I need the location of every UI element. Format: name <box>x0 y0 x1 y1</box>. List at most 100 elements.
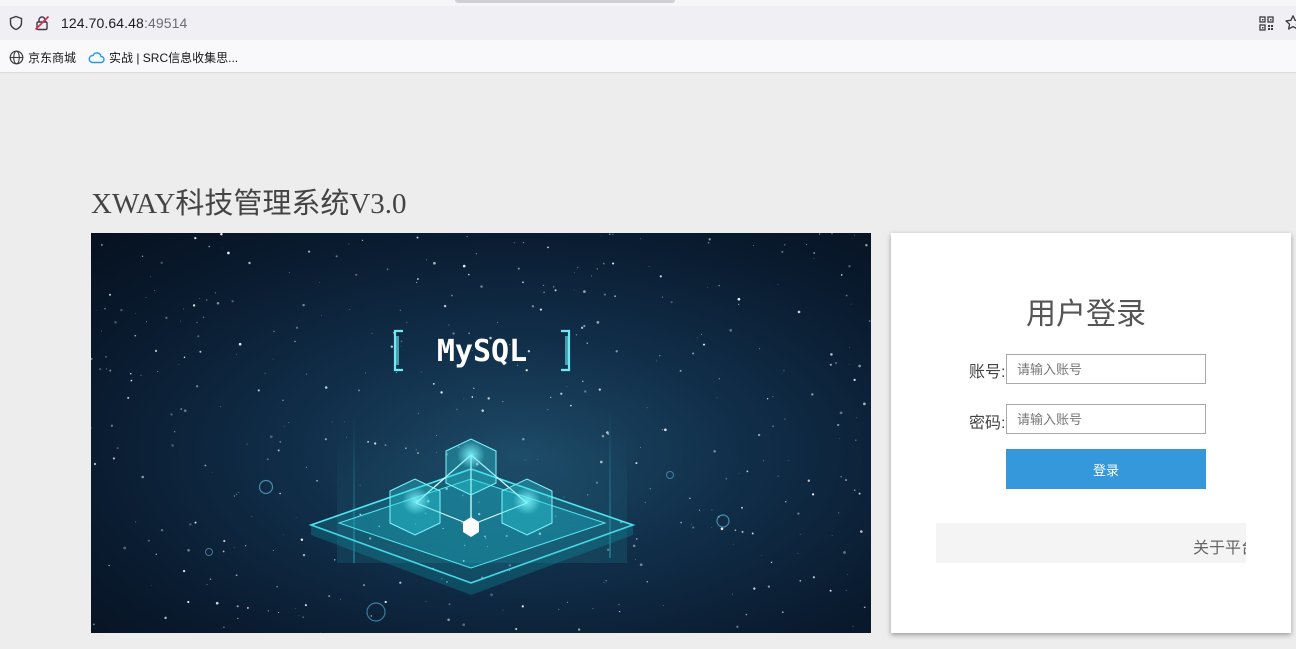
star-dot <box>273 330 275 333</box>
star-dot <box>558 608 560 610</box>
star-dot <box>348 243 350 245</box>
url-field[interactable]: 124.70.64.48:49514 <box>61 15 187 31</box>
bookmark-star-icon[interactable] <box>1284 14 1296 32</box>
star-dot <box>154 290 156 291</box>
star-dot <box>813 252 816 254</box>
star-dot <box>475 253 477 255</box>
star-dot <box>187 549 190 552</box>
mysql-banner-graphic: MySQL <box>91 233 871 633</box>
star-dot <box>603 582 605 584</box>
star-dot <box>596 268 599 270</box>
star-dot <box>863 606 866 609</box>
star-dot <box>644 502 646 503</box>
insecure-lock-icon[interactable] <box>34 15 50 31</box>
star-dot <box>333 558 336 561</box>
login-button[interactable]: 登录 <box>1006 449 1206 489</box>
star-dot <box>157 371 159 372</box>
star-dot <box>729 329 733 332</box>
star-dot <box>829 589 832 592</box>
star-dot <box>294 340 296 343</box>
star-dot <box>692 526 695 529</box>
star-dot <box>852 625 854 628</box>
star-dot <box>251 515 253 517</box>
star-dot <box>105 355 107 358</box>
login-title: 用户登录 <box>1026 298 1146 331</box>
star-dot <box>463 398 465 400</box>
star-dot <box>108 564 110 567</box>
star-dot <box>145 297 147 298</box>
star-dot <box>182 569 186 573</box>
star-dot <box>155 553 157 555</box>
star-dot <box>331 421 333 423</box>
active-tab-indicator[interactable] <box>455 0 675 3</box>
star-dot <box>154 349 158 353</box>
star-dot <box>245 545 247 547</box>
star-dot <box>751 532 754 535</box>
star-dot <box>236 493 238 495</box>
star-dot <box>272 550 274 551</box>
star-dot <box>848 264 851 268</box>
about-platform-link[interactable]: 关于平台 <box>1193 534 1246 558</box>
star-dot <box>799 533 801 535</box>
star-dot <box>349 309 351 310</box>
bookmark-item-jd[interactable]: 京东商城 <box>9 49 76 65</box>
star-dot <box>288 272 290 273</box>
star-dot <box>92 623 95 626</box>
bookmark-item-src[interactable]: 实战 | SRC信息收集思... <box>88 49 238 65</box>
star-dot <box>766 397 769 400</box>
star-dot <box>837 423 840 427</box>
star-dot <box>567 601 568 603</box>
star-dot <box>659 355 661 357</box>
star-dot <box>502 401 504 403</box>
star-dot <box>554 289 557 292</box>
star-dot <box>711 509 713 511</box>
star-dot <box>194 521 197 524</box>
star-dot <box>839 438 840 440</box>
star-dot <box>149 276 151 278</box>
star-dot <box>390 345 394 348</box>
star-dot <box>182 308 185 310</box>
star-dot <box>515 628 518 630</box>
star-dot <box>547 409 549 410</box>
star-dot <box>135 312 137 314</box>
star-dot <box>811 393 814 396</box>
star-dot <box>451 294 453 297</box>
star-dot <box>130 373 132 375</box>
star-dot <box>582 380 584 382</box>
star-dot <box>416 236 419 239</box>
star-dot <box>462 623 466 627</box>
shield-icon[interactable] <box>8 15 24 31</box>
star-dot <box>220 406 222 408</box>
star-dot <box>603 293 606 296</box>
star-dot <box>473 387 475 389</box>
star-dot <box>640 447 641 448</box>
star-dot <box>497 321 499 323</box>
star-dot <box>845 479 847 481</box>
password-input[interactable] <box>1006 404 1206 434</box>
star-dot <box>304 604 307 607</box>
url-port: :49514 <box>143 15 188 31</box>
star-dot <box>306 466 308 468</box>
star-dot <box>745 613 748 616</box>
account-input[interactable] <box>1006 354 1206 384</box>
star-dot <box>99 368 102 371</box>
star-dot <box>189 523 192 526</box>
star-dot <box>649 488 651 490</box>
star-dot <box>605 580 607 582</box>
star-dot <box>223 539 226 543</box>
qr-code-icon[interactable] <box>1259 16 1274 31</box>
star-dot <box>576 266 579 269</box>
star-dot <box>550 396 552 398</box>
star-dot <box>553 286 555 288</box>
star-dot <box>813 257 815 259</box>
star-dot <box>416 281 418 284</box>
star-dot <box>707 241 710 244</box>
star-dot <box>319 282 320 283</box>
star-dot <box>664 428 667 432</box>
star-dot <box>785 501 787 503</box>
star-dot <box>502 609 504 611</box>
star-dot <box>639 563 643 567</box>
star-dot <box>324 386 328 389</box>
star-dot <box>283 534 285 536</box>
bookmark-label: 实战 | SRC信息收集思... <box>109 50 239 65</box>
